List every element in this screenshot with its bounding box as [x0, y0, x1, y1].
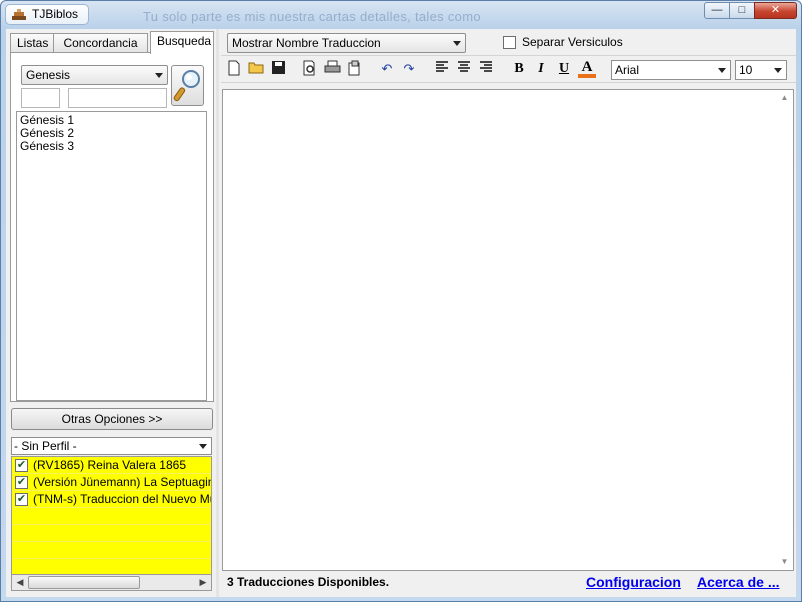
font-color-button[interactable]: A — [578, 60, 596, 78]
empty-row — [12, 508, 211, 525]
maximize-button[interactable]: □ — [729, 2, 755, 19]
separate-verses-label: Separar Versiculos — [522, 35, 623, 49]
page-setup-icon — [348, 60, 360, 76]
chevron-down-icon — [199, 444, 207, 449]
client-area: Listas Concordancia Busqueda Genesis Gén… — [6, 29, 796, 597]
align-left-button[interactable] — [433, 60, 451, 78]
left-tabs: Listas Concordancia Busqueda — [10, 31, 214, 54]
search-text-input[interactable] — [68, 88, 167, 108]
align-center-button[interactable] — [455, 60, 473, 78]
print-button[interactable] — [323, 60, 341, 78]
checkbox-checked-icon[interactable]: ✔ — [15, 492, 28, 506]
chevron-down-icon — [718, 68, 726, 73]
about-link[interactable]: Acerca de ... — [697, 574, 780, 590]
scroll-up-icon[interactable]: ▲ — [776, 90, 793, 106]
open-folder-icon — [248, 62, 263, 74]
horizontal-scrollbar[interactable]: ◀ ▶ — [11, 574, 212, 591]
status-text: 3 Traducciones Disponibles. — [227, 575, 390, 589]
redo-button[interactable]: ↷ — [400, 60, 418, 78]
book-combo[interactable]: Genesis — [21, 65, 168, 85]
tab-concordancia[interactable]: Concordancia — [53, 33, 148, 53]
translation-item[interactable]: ✔ (TNM-s) Traduccion del Nuevo Mundo — [12, 491, 211, 508]
translation-item[interactable]: ✔ (Versión Jünemann) La Septuaginta — [12, 474, 211, 491]
close-icon: ✕ — [770, 4, 781, 16]
save-icon — [271, 61, 285, 74]
profile-combo-value: - Sin Perfil - — [14, 439, 77, 453]
align-right-button[interactable] — [477, 60, 495, 78]
minimize-icon: — — [711, 4, 723, 16]
ghost-title: Tu solo parte es mis nuestra cartas deta… — [143, 9, 481, 24]
align-left-icon — [436, 61, 448, 72]
title-tab: TJBiblos — [5, 4, 90, 25]
scroll-right-icon[interactable]: ▶ — [195, 575, 211, 590]
align-center-icon — [458, 61, 470, 72]
translation-label: (TNM-s) Traduccion del Nuevo Mundo — [33, 491, 211, 506]
underline-button[interactable]: U — [555, 60, 573, 78]
window-title: TJBiblos — [32, 7, 79, 21]
checkbox-checked-icon[interactable]: ✔ — [15, 475, 28, 489]
empty-row — [12, 525, 211, 542]
minimize-button[interactable]: — — [704, 2, 730, 19]
undo-button[interactable]: ↶ — [378, 60, 396, 78]
tab-listas[interactable]: Listas — [10, 33, 54, 53]
magnifier-icon — [173, 70, 200, 102]
chevron-down-icon — [453, 41, 461, 46]
scrollbar-thumb[interactable] — [28, 576, 140, 589]
splitter[interactable] — [216, 29, 219, 597]
app-window: TJBiblos Tu solo parte es mis nuestra ca… — [0, 0, 802, 602]
print-icon — [324, 60, 340, 73]
scroll-left-icon[interactable]: ◀ — [12, 575, 28, 590]
font-family-value: Arial — [615, 63, 640, 77]
redo-icon: ↷ — [403, 61, 415, 76]
new-document-icon — [228, 60, 240, 76]
chevron-down-icon — [155, 73, 163, 78]
save-button[interactable] — [269, 60, 287, 78]
translation-display-combo[interactable]: Mostrar Nombre Traduccion — [227, 33, 466, 53]
page-setup-button[interactable] — [345, 60, 363, 78]
more-options-button[interactable]: Otras Opciones >> — [11, 408, 213, 430]
translation-label: (RV1865) Reina Valera 1865 — [33, 457, 186, 472]
align-right-icon — [480, 61, 492, 72]
chapter-input[interactable] — [21, 88, 60, 108]
print-preview-icon — [303, 60, 315, 76]
font-color-icon: A — [578, 60, 596, 78]
text-editor[interactable]: ▲ ▼ — [222, 89, 794, 571]
vertical-scrollbar[interactable]: ▲ ▼ — [776, 90, 793, 570]
title-bar[interactable]: TJBiblos Tu solo parte es mis nuestra ca… — [1, 1, 801, 29]
open-button[interactable] — [247, 60, 265, 78]
book-combo-value: Genesis — [26, 68, 71, 82]
italic-button[interactable]: I — [532, 60, 550, 78]
translation-item[interactable]: ✔ (RV1865) Reina Valera 1865 — [12, 457, 211, 474]
font-size-value: 10 — [739, 63, 753, 77]
maximize-icon: □ — [738, 4, 746, 16]
separate-verses-checkbox[interactable] — [503, 35, 516, 49]
profile-combo[interactable]: - Sin Perfil - — [11, 437, 212, 455]
list-item[interactable]: Génesis 3 — [20, 140, 203, 153]
scroll-down-icon[interactable]: ▼ — [776, 554, 793, 570]
translation-display-value: Mostrar Nombre Traduccion — [232, 36, 381, 50]
search-button[interactable] — [171, 65, 204, 106]
chevron-down-icon — [774, 68, 782, 73]
search-tab-panel: Genesis Génesis 1 Génesis 2 Génesis 3 — [10, 52, 214, 402]
configuration-link[interactable]: Configuracion — [586, 574, 681, 590]
undo-icon: ↶ — [381, 61, 393, 76]
app-icon — [12, 9, 26, 20]
translation-checklist: ✔ (RV1865) Reina Valera 1865 ✔ (Versión … — [11, 456, 212, 576]
chapter-list[interactable]: Génesis 1 Génesis 2 Génesis 3 — [16, 111, 207, 401]
translation-label: (Versión Jünemann) La Septuaginta — [33, 474, 212, 489]
separate-verses-option[interactable]: Separar Versiculos — [503, 35, 623, 49]
font-family-combo[interactable]: Arial — [611, 60, 731, 80]
new-document-button[interactable] — [225, 60, 243, 78]
tab-busqueda[interactable]: Busqueda — [150, 31, 214, 54]
checkbox-checked-icon[interactable]: ✔ — [15, 458, 28, 472]
close-button[interactable]: ✕ — [754, 2, 797, 19]
empty-row — [12, 542, 211, 559]
bold-button[interactable]: B — [510, 60, 528, 78]
font-size-combo[interactable]: 10 — [735, 60, 787, 80]
editor-toolbar: ↶ ↷ B I U A Arial 10 — [221, 55, 796, 83]
print-preview-button[interactable] — [301, 60, 319, 78]
